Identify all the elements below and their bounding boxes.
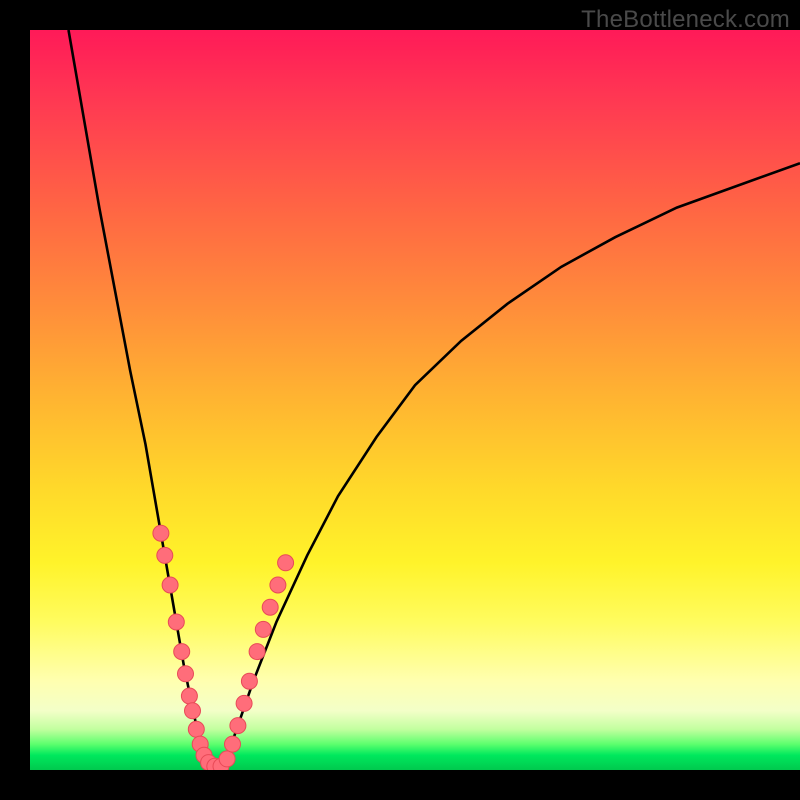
data-marker xyxy=(174,644,190,660)
data-marker xyxy=(181,688,197,704)
chart-frame: TheBottleneck.com xyxy=(0,0,800,800)
data-marker xyxy=(219,751,235,767)
data-marker xyxy=(241,673,257,689)
marker-group xyxy=(153,525,294,770)
data-marker xyxy=(157,547,173,563)
data-marker xyxy=(168,614,184,630)
curve-layer xyxy=(30,30,800,770)
watermark-text: TheBottleneck.com xyxy=(581,6,790,34)
data-marker xyxy=(278,555,294,571)
data-marker xyxy=(153,525,169,541)
data-marker xyxy=(236,695,252,711)
data-marker xyxy=(225,736,241,752)
data-marker xyxy=(185,703,201,719)
data-marker xyxy=(178,666,194,682)
data-marker xyxy=(230,718,246,734)
left-curve xyxy=(69,30,208,770)
plot-area xyxy=(30,30,800,770)
right-curve xyxy=(223,163,800,770)
data-marker xyxy=(162,577,178,593)
data-marker xyxy=(262,599,278,615)
data-marker xyxy=(255,621,271,637)
data-marker xyxy=(249,644,265,660)
data-marker xyxy=(270,577,286,593)
data-marker xyxy=(188,721,204,737)
